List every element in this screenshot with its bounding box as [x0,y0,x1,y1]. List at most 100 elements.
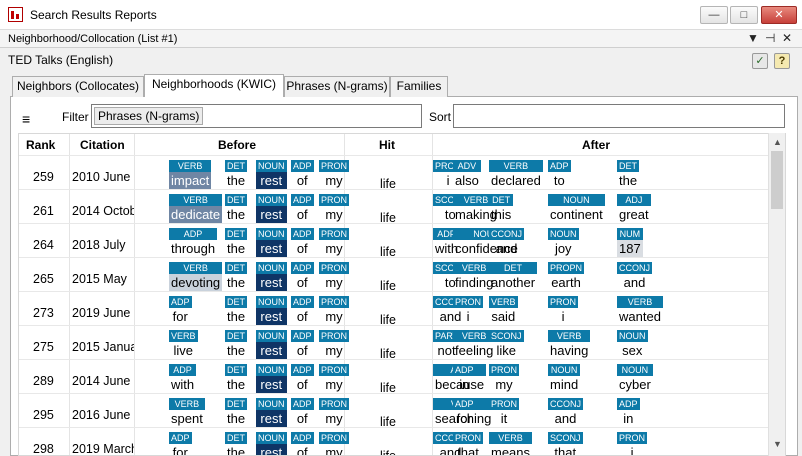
column-header-hit[interactable]: Hit [379,138,395,152]
after-token[interactable]: VERB wanted [617,296,663,325]
after-token[interactable]: VERB having [548,330,591,359]
before-token[interactable]: VERB dedicate [169,194,223,223]
tab-neighborhoods-kwic[interactable]: Neighborhoods (KWIC) [144,74,284,97]
column-header-before[interactable]: Before [218,138,256,152]
after-token[interactable]: ADJ great [617,194,651,223]
filter-input[interactable]: Phrases (N-grams) [91,104,422,128]
before-token[interactable]: DET the [225,194,248,223]
column-header-rank[interactable]: Rank [26,138,55,152]
citation-cell[interactable]: 2010 June [72,170,134,184]
table-row[interactable]: 289 2014 June ADP with DET the NOUN rest ADP of PR… [19,359,768,395]
before-token[interactable]: PRON my [319,160,350,189]
tab-families[interactable]: Families [390,76,448,97]
citation-cell[interactable]: 2014 June [72,374,134,388]
after-token[interactable]: NOUN mind [548,364,581,393]
before-token[interactable]: DET the [225,432,248,455]
before-token[interactable]: PRON my [319,398,350,427]
after-token[interactable]: DET this [489,194,514,223]
before-token[interactable]: DET the [225,398,248,427]
minimize-button[interactable]: — [700,6,728,24]
before-token[interactable]: DET the [225,330,248,359]
after-token[interactable]: PRON it [489,398,520,427]
table-row[interactable]: 295 2016 June VERB spent DET the NOUN rest ADP of… [19,393,768,429]
after-token[interactable]: NUM 187 [617,228,643,257]
after-token[interactable]: DET the [617,160,640,189]
before-token[interactable]: PRON my [319,432,350,455]
after-token[interactable]: VERB said [489,296,518,325]
table-row[interactable]: 2752015 JanuaryVERBliveDETtheNOUNrestADP… [19,325,768,361]
before-token[interactable]: ADP of [291,296,314,325]
after-token[interactable]: NOUN continent [548,194,605,223]
after-token[interactable]: CCONJ and [548,398,583,427]
table-row[interactable]: 259 2010 June VERB impact DET the NOUN rest ADP o… [19,155,768,191]
column-header-after[interactable]: After [582,138,610,152]
close-window-button[interactable]: ✕ [761,6,797,24]
before-token[interactable]: VERB live [169,330,198,359]
before-token[interactable]: NOUN rest [256,296,287,325]
after-token[interactable]: ADV also [453,160,481,189]
before-token[interactable]: NOUN rest [256,160,287,189]
before-token[interactable]: DET the [225,262,248,291]
after-token[interactable]: ADP in [453,364,476,393]
before-token[interactable]: PRON my [319,228,350,257]
help-icon[interactable]: ? [774,53,790,69]
before-token[interactable]: PRON my [319,330,350,359]
export-icon[interactable]: ✓ [752,53,768,69]
before-token[interactable]: PRON my [319,262,350,291]
after-token[interactable]: PRON i [617,432,648,455]
vertical-scrollbar[interactable]: ▲ ▼ [768,133,785,456]
before-token[interactable]: NOUN rest [256,398,287,427]
before-token[interactable]: NOUN rest [256,330,287,359]
table-row[interactable]: 264 2018 July ADP through DET the NOUN rest ADP o… [19,223,768,259]
before-token[interactable]: ADP of [291,228,314,257]
after-token[interactable]: VERB declared [489,160,543,189]
before-token[interactable]: NOUN rest [256,432,287,455]
before-token[interactable]: ADP with [169,364,197,393]
filter-chip[interactable]: Phrases (N-grams) [94,107,204,125]
before-token[interactable]: ADP of [291,398,314,427]
before-token[interactable]: NOUN rest [256,364,287,393]
after-token[interactable]: PRON that [453,432,484,455]
citation-cell[interactable]: 2019 March [72,442,134,455]
after-token[interactable]: CCONJ and [617,262,652,291]
before-token[interactable]: VERB spent [169,398,205,427]
before-token[interactable]: ADP for [169,296,192,325]
before-token[interactable]: NOUN rest [256,228,287,257]
before-token[interactable]: NOUN rest [256,262,287,291]
citation-cell[interactable]: 2015 January [72,340,134,354]
after-token[interactable]: ADP to [548,160,571,189]
after-token[interactable]: DET another [489,262,538,291]
table-row[interactable]: 2612014 OctoberVERBdedicateDETtheNOUNres… [19,189,768,225]
after-token[interactable]: PRON i [548,296,579,325]
citation-cell[interactable]: 2018 July [72,238,134,252]
before-token[interactable]: ADP for [169,432,192,455]
before-token[interactable]: ADP of [291,194,314,223]
after-token[interactable]: PROPN earth [548,262,585,291]
before-token[interactable]: DET the [225,228,248,257]
before-token[interactable]: DET the [225,296,248,325]
hamburger-menu-icon[interactable]: ≡ [22,111,30,127]
before-token[interactable]: VERB impact [169,160,212,189]
sort-input[interactable] [453,104,785,128]
table-row[interactable]: 273 2019 June ADP for DET the NOUN rest ADP of PRO… [19,291,768,327]
citation-cell[interactable]: 2015 May [72,272,134,286]
scrollbar-thumb[interactable] [771,151,783,209]
before-token[interactable]: ADP through [169,228,218,257]
tab-phrases-ngrams[interactable]: Phrases (N-grams) [284,76,390,97]
before-token[interactable]: NOUN rest [256,194,287,223]
after-token[interactable]: PRON my [489,364,520,393]
before-token[interactable]: PRON my [319,296,350,325]
citation-cell[interactable]: 2016 June [72,408,134,422]
pin-icon[interactable]: ⊣ [765,31,775,45]
after-token[interactable]: ADP in [617,398,640,427]
before-token[interactable]: VERB devoting [169,262,223,291]
after-token[interactable]: NOUN sex [617,330,648,359]
citation-cell[interactable]: 2019 June [72,306,134,320]
after-token[interactable]: VERB means [489,432,533,455]
table-row[interactable]: 265 2015 May VERB devoting DET the NOUN rest ADP… [19,257,768,293]
before-token[interactable]: ADP of [291,364,314,393]
scroll-up-icon[interactable]: ▲ [773,137,782,147]
table-row[interactable]: 298 2019 March ADP for DET the NOUN rest ADP of PR… [19,427,768,455]
before-token[interactable]: ADP of [291,330,314,359]
citation-cell[interactable]: 2014 October [72,204,134,218]
